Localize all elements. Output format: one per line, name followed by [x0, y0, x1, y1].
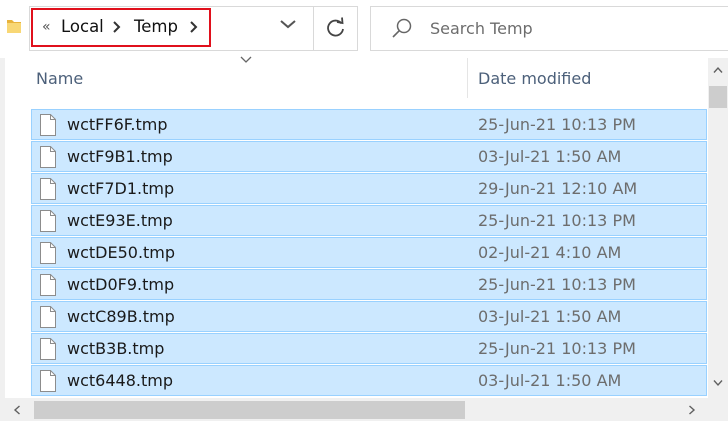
file-row[interactable]: wctF7D1.tmp 29-Jun-21 12:10 AM: [31, 173, 707, 204]
file-name: wctFF6F.tmp: [67, 115, 168, 134]
file-row[interactable]: wctE93E.tmp 25-Jun-21 10:13 PM: [31, 205, 707, 236]
file-icon: [40, 274, 56, 296]
address-divider: [313, 7, 314, 50]
horizontal-scroll-thumb[interactable]: [34, 401, 465, 419]
file-date: 29-Jun-21 12:10 AM: [478, 179, 638, 198]
sort-descending-icon: [240, 56, 252, 63]
file-row[interactable]: wctDE50.tmp 02-Jul-21 4:10 AM: [31, 237, 707, 268]
file-name: wctDE50.tmp: [67, 243, 176, 262]
file-icon: [40, 370, 56, 392]
refresh-icon[interactable]: [318, 12, 354, 44]
chevron-right-icon[interactable]: [110, 20, 122, 34]
breadcrumb: « Local Temp: [31, 8, 211, 47]
search-icon: [392, 18, 412, 38]
file-name: wctB3B.tmp: [67, 339, 165, 358]
breadcrumb-item-local[interactable]: Local: [61, 17, 104, 36]
file-date: 03-Jul-21 1:50 AM: [478, 307, 622, 326]
left-gutter: [0, 58, 5, 398]
file-row[interactable]: wctF9B1.tmp 03-Jul-21 1:50 AM: [31, 141, 707, 172]
file-name: wctD0F9.tmp: [67, 275, 175, 294]
scroll-down-icon[interactable]: [713, 379, 723, 387]
scroll-right-icon[interactable]: [688, 405, 696, 415]
file-date: 03-Jul-21 1:50 AM: [478, 371, 622, 390]
file-date: 25-Jun-21 10:13 PM: [478, 115, 636, 134]
file-name: wctC89B.tmp: [67, 307, 175, 326]
file-row[interactable]: wctC89B.tmp 03-Jul-21 1:50 AM: [31, 301, 707, 332]
file-date: 03-Jul-21 1:50 AM: [478, 147, 622, 166]
file-name: wct6448.tmp: [67, 371, 173, 390]
scrollbar-corner: [708, 398, 728, 421]
chevron-right-icon[interactable]: [187, 20, 199, 34]
file-row[interactable]: wctD0F9.tmp 25-Jun-21 10:13 PM: [31, 269, 707, 300]
file-date: 25-Jun-21 10:13 PM: [478, 211, 636, 230]
vertical-scrollbar[interactable]: [708, 58, 728, 398]
file-icon: [40, 338, 56, 360]
file-icon: [40, 146, 56, 168]
file-icon: [40, 210, 56, 232]
file-date: 25-Jun-21 10:13 PM: [478, 339, 636, 358]
file-row[interactable]: wct6448.tmp 03-Jul-21 1:50 AM: [31, 365, 707, 396]
vertical-scroll-thumb[interactable]: [709, 86, 727, 108]
file-name: wctF7D1.tmp: [67, 179, 175, 198]
file-row[interactable]: wctB3B.tmp 25-Jun-21 10:13 PM: [31, 333, 707, 364]
scroll-left-icon[interactable]: [13, 405, 21, 415]
column-header-date-modified[interactable]: Date modified: [478, 69, 591, 88]
file-icon: [40, 178, 56, 200]
file-icon: [40, 114, 56, 136]
file-date: 25-Jun-21 10:13 PM: [478, 275, 636, 294]
file-icon: [40, 242, 56, 264]
search-input[interactable]: [430, 17, 710, 39]
column-divider[interactable]: [467, 58, 468, 98]
file-date: 02-Jul-21 4:10 AM: [478, 243, 622, 262]
chevron-down-icon[interactable]: [279, 18, 297, 30]
file-name: wctF9B1.tmp: [67, 147, 173, 166]
breadcrumb-overflow-icon[interactable]: «: [42, 19, 51, 35]
file-icon: [40, 306, 56, 328]
folder-icon: [7, 20, 21, 33]
file-name: wctE93E.tmp: [67, 211, 173, 230]
column-header-name[interactable]: Name: [36, 69, 83, 88]
toolbar: « Local Temp: [0, 0, 728, 58]
breadcrumb-item-temp[interactable]: Temp: [134, 17, 178, 36]
scroll-up-icon[interactable]: [713, 66, 723, 74]
file-row[interactable]: wctFF6F.tmp 25-Jun-21 10:13 PM: [31, 109, 707, 140]
